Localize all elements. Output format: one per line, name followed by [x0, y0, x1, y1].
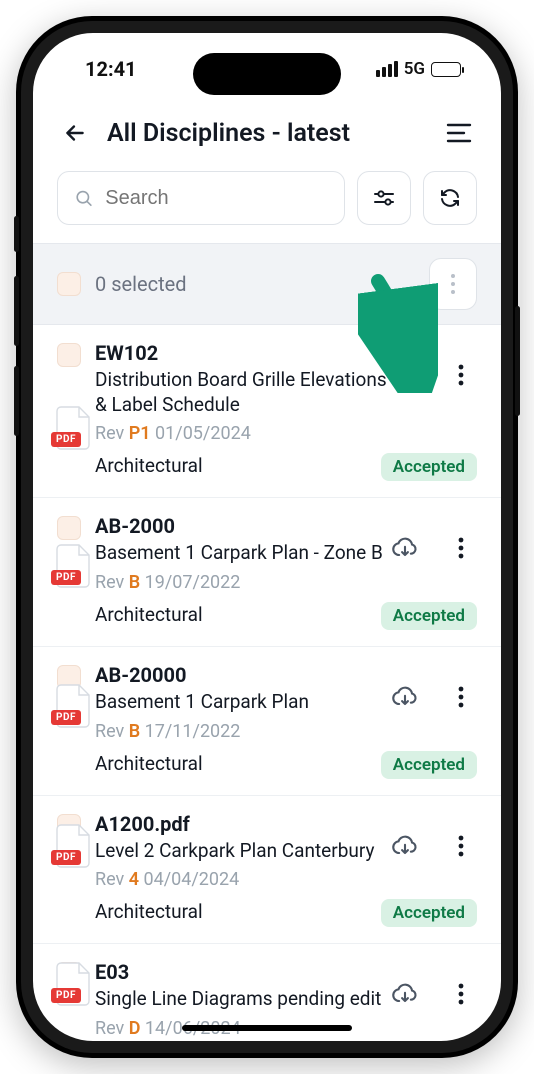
cloud-download-icon	[391, 683, 419, 711]
cellular-signal-icon	[376, 61, 398, 77]
cloud-download-icon	[391, 361, 419, 389]
document-meta: Rev P1 01/05/2024	[95, 423, 477, 444]
dynamic-island	[193, 53, 341, 95]
home-indicator	[182, 1025, 352, 1031]
document-row[interactable]: AB-2000 Basement 1 Carpark Plan - Zone B…	[33, 498, 501, 647]
search-row	[33, 165, 501, 243]
file-type-icon: PDF	[55, 961, 93, 1007]
row-more-button[interactable]	[445, 359, 477, 391]
file-type-icon: PDF	[55, 683, 93, 729]
download-button[interactable]	[389, 532, 421, 564]
row-more-button[interactable]	[445, 830, 477, 862]
dots-vertical-icon	[458, 835, 464, 857]
menu-button[interactable]	[441, 115, 477, 151]
page-title: All Disciplines - latest	[107, 119, 427, 148]
cloud-download-icon	[391, 534, 419, 562]
cloud-download-icon	[391, 980, 419, 1008]
document-meta: Rev 4 04/04/2024	[95, 869, 477, 890]
sliders-icon	[372, 186, 396, 210]
document-list: EW102 Distribution Board Grille Elevatio…	[33, 325, 501, 1041]
file-type-icon: PDF	[55, 543, 93, 589]
document-row[interactable]: A1200.pdf Level 2 Carkpark Plan Canterbu…	[33, 796, 501, 945]
cloud-download-icon	[391, 832, 419, 860]
document-row[interactable]: EW102 Distribution Board Grille Elevatio…	[33, 325, 501, 498]
filter-button[interactable]	[357, 171, 411, 225]
row-checkbox[interactable]	[57, 343, 81, 367]
dots-vertical-icon	[458, 364, 464, 386]
status-badge: Accepted	[381, 453, 477, 481]
file-type-icon: PDF	[55, 405, 93, 451]
row-more-button[interactable]	[445, 532, 477, 564]
search-input[interactable]	[105, 187, 328, 210]
refresh-button[interactable]	[423, 171, 477, 225]
download-button[interactable]	[389, 681, 421, 713]
battery-icon: 55	[431, 62, 461, 77]
download-button[interactable]	[389, 359, 421, 391]
refresh-icon	[438, 186, 462, 210]
selection-more-button[interactable]	[429, 258, 477, 310]
status-badge: Accepted	[381, 602, 477, 630]
row-checkbox[interactable]	[57, 516, 81, 540]
search-box[interactable]	[57, 171, 345, 225]
back-button[interactable]	[57, 115, 93, 151]
app-header: All Disciplines - latest	[33, 105, 501, 165]
status-badge: Accepted	[381, 899, 477, 927]
selection-bar: 0 selected	[33, 243, 501, 325]
document-meta: Rev B 19/07/2022	[95, 572, 477, 593]
app-screen: 12:41 5G 55 All Disciplines - l	[33, 33, 501, 1041]
dots-vertical-icon	[458, 537, 464, 559]
row-more-button[interactable]	[445, 681, 477, 713]
file-type-icon: PDF	[55, 823, 93, 869]
clock: 12:41	[85, 57, 137, 81]
document-meta: Rev B 17/11/2022	[95, 721, 477, 742]
row-more-button[interactable]	[445, 978, 477, 1010]
network-label: 5G	[404, 59, 425, 79]
select-all-checkbox[interactable]	[57, 272, 81, 296]
search-icon	[74, 187, 93, 209]
arrow-left-icon	[62, 120, 88, 146]
download-button[interactable]	[389, 830, 421, 862]
dots-vertical-icon	[450, 273, 456, 295]
dots-vertical-icon	[458, 686, 464, 708]
dots-vertical-icon	[458, 983, 464, 1005]
selection-count: 0 selected	[95, 272, 415, 296]
status-badge: Accepted	[381, 751, 477, 779]
menu-icon	[446, 122, 472, 144]
download-button[interactable]	[389, 978, 421, 1010]
document-row[interactable]: AB-20000 Basement 1 Carpark Plan Rev B 1…	[33, 647, 501, 796]
